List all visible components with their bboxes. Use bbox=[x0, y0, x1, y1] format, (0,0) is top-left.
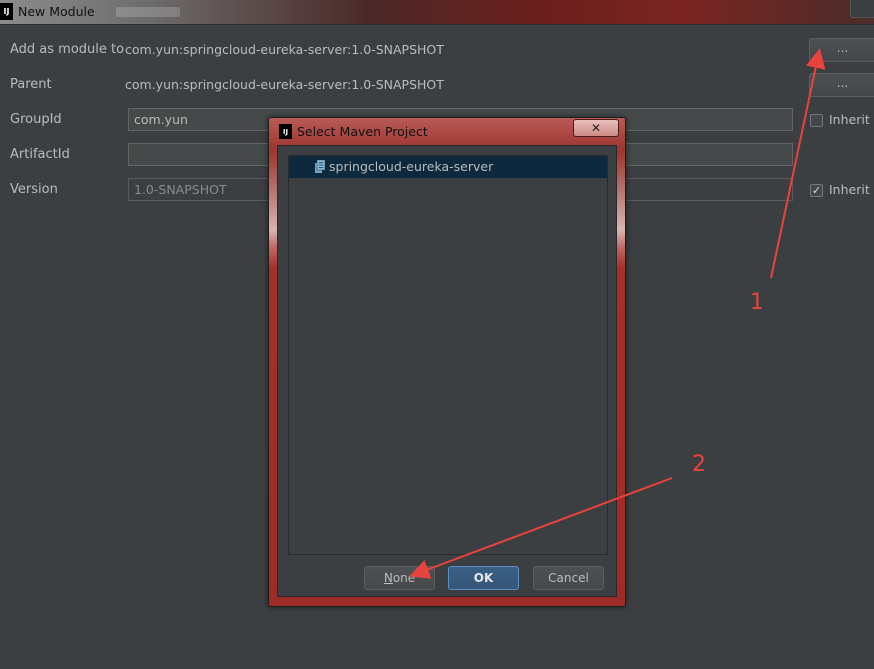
parent-browse-button[interactable]: ... bbox=[809, 73, 874, 97]
add-as-module-label: Add as module to bbox=[10, 42, 125, 57]
tree-item-label: springcloud-eureka-server bbox=[329, 159, 494, 174]
artifact-id-label: ArtifactId bbox=[10, 147, 70, 162]
version-inherit-label: Inherit bbox=[829, 182, 870, 197]
none-button[interactable]: None bbox=[364, 566, 435, 590]
dialog-intellij-logo-icon: IJ bbox=[279, 124, 292, 139]
intellij-logo-icon: IJ bbox=[0, 3, 13, 20]
annotation-number-1: 1 bbox=[750, 290, 764, 315]
group-id-inherit-label: Inherit bbox=[829, 112, 870, 127]
parent-label: Parent bbox=[10, 77, 52, 92]
none-label-rest: one bbox=[392, 571, 416, 585]
version-inherit-checkbox[interactable]: ✓ bbox=[810, 184, 823, 197]
cancel-button[interactable]: Cancel bbox=[533, 566, 604, 590]
dialog-content: springcloud-eureka-server None OK Cancel bbox=[277, 145, 617, 597]
add-as-module-browse-button[interactable]: ... bbox=[809, 38, 874, 62]
parent-value: com.yun:springcloud-eureka-server:1.0-SN… bbox=[125, 77, 444, 92]
select-maven-project-dialog: IJ Select Maven Project ✕ springcloud-eu… bbox=[268, 117, 626, 607]
none-mnemonic: N bbox=[383, 571, 393, 585]
window-title: New Module bbox=[18, 4, 95, 19]
version-label: Version bbox=[10, 182, 58, 197]
ok-button[interactable]: OK bbox=[448, 566, 519, 590]
dialog-close-button[interactable]: ✕ bbox=[573, 119, 619, 137]
window-close-button[interactable] bbox=[850, 0, 874, 18]
annotation-number-2: 2 bbox=[692, 452, 706, 477]
add-as-module-value: com.yun:springcloud-eureka-server:1.0-SN… bbox=[125, 42, 444, 57]
tree-item-springcloud-eureka-server[interactable]: springcloud-eureka-server bbox=[289, 156, 607, 178]
blurred-tab bbox=[116, 7, 180, 17]
maven-module-icon bbox=[315, 160, 325, 173]
project-tree[interactable]: springcloud-eureka-server bbox=[288, 155, 608, 555]
group-id-inherit-checkbox[interactable] bbox=[810, 114, 823, 127]
window-titlebar: IJ New Module bbox=[0, 0, 874, 25]
group-id-label: GroupId bbox=[10, 112, 62, 127]
dialog-title: Select Maven Project bbox=[297, 124, 428, 139]
